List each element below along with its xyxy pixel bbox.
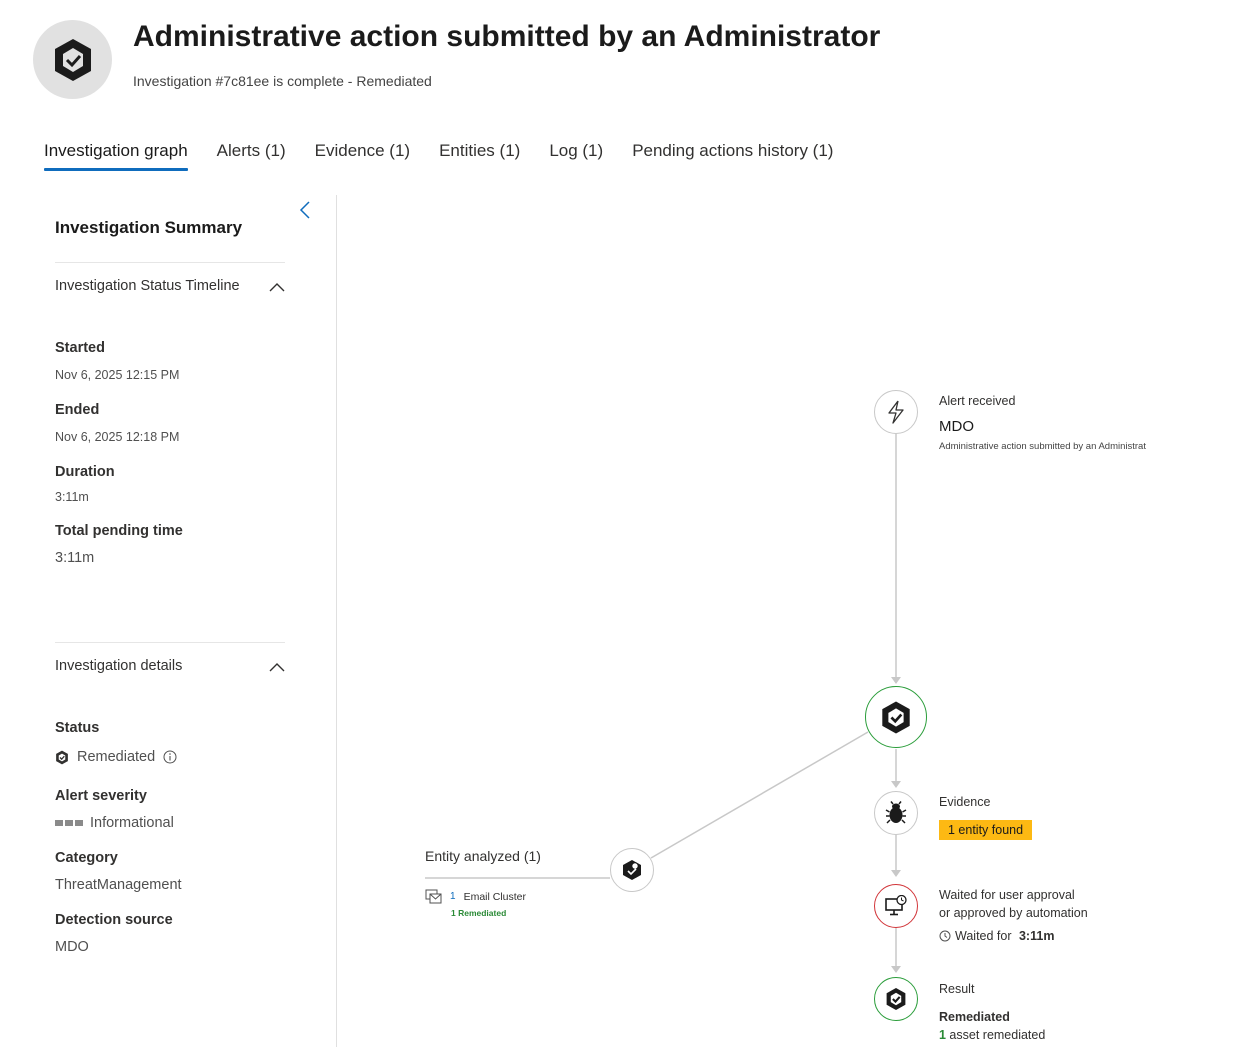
approval-line-2: or approved by automation	[939, 906, 1088, 920]
evidence-label: Evidence	[939, 795, 991, 809]
approval-line-1: Waited for user approval	[939, 888, 1075, 902]
entity-found-badge[interactable]: 1 entity found	[939, 820, 1033, 840]
email-cluster-remediated: 1 Remediated	[451, 908, 507, 918]
alert-received-label: Alert received	[939, 394, 1016, 408]
result-count-row: 1 asset remediated	[939, 1028, 1045, 1042]
lightning-icon	[888, 400, 904, 424]
email-cluster-count[interactable]: 1	[450, 891, 456, 902]
waited-prefix: Waited for	[955, 929, 1015, 943]
waited-row: Waited for 3:11m	[939, 929, 1054, 943]
result-suffix: asset remediated	[945, 1028, 1046, 1042]
email-cluster-type: Email Cluster	[463, 890, 526, 903]
result-status: Remediated	[939, 1010, 1010, 1024]
evidence-node[interactable]	[874, 791, 918, 835]
investigation-icon	[882, 701, 910, 733]
result-node[interactable]	[874, 977, 918, 1021]
alert-description: Administrative action submitted by an Ad…	[939, 441, 1146, 452]
investigation-node[interactable]	[865, 686, 927, 748]
result-count: 1	[939, 1028, 946, 1042]
bug-icon	[885, 801, 907, 824]
result-label: Result	[939, 982, 975, 996]
email-cluster-icon	[425, 889, 442, 904]
remediated-icon	[886, 988, 906, 1010]
alert-node[interactable]	[874, 390, 918, 434]
approval-node[interactable]	[874, 884, 918, 928]
waited-value: 3:11m	[1018, 929, 1055, 943]
email-cluster-row[interactable]: 1 Email Cluster	[425, 889, 526, 904]
alert-source: MDO	[939, 418, 974, 435]
clock-icon	[939, 930, 951, 942]
monitor-clock-icon	[885, 895, 907, 916]
entity-analyzed-heading: Entity analyzed (1)	[425, 848, 541, 864]
entity-node[interactable]	[610, 848, 654, 892]
tag-icon	[623, 860, 641, 880]
